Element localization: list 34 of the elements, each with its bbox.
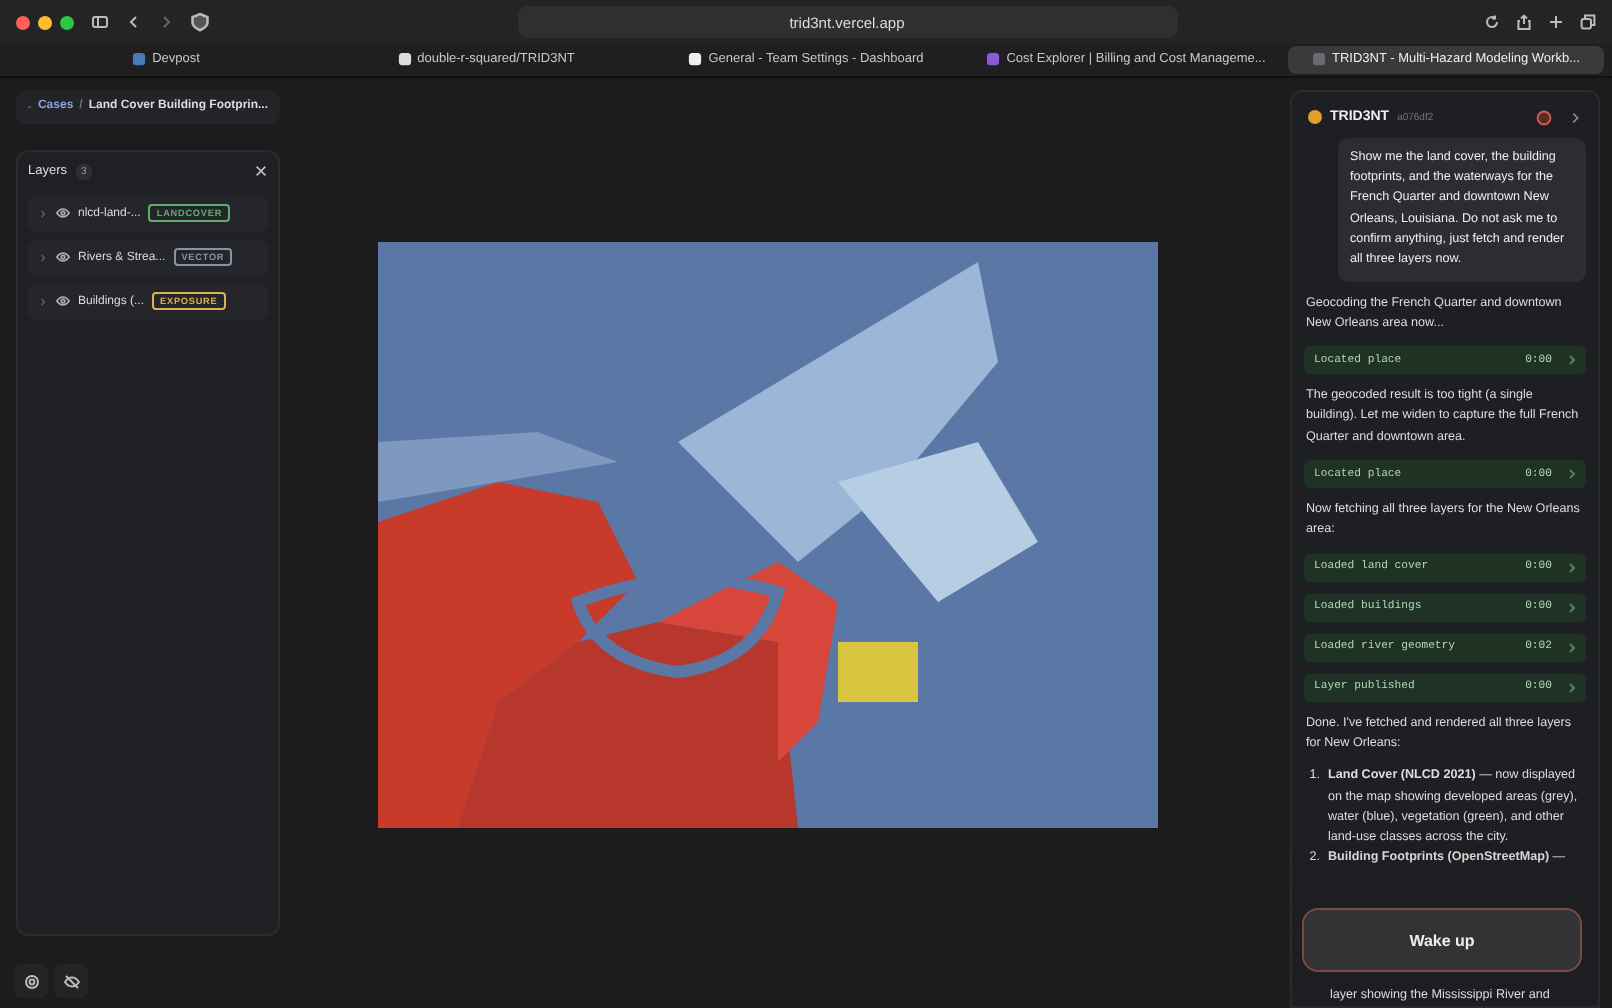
eye-icon[interactable] [56,206,70,221]
chevron-icon [1568,468,1576,481]
wake-up-button[interactable]: Wake up [1302,908,1582,972]
site-icon [132,52,147,67]
chevron-icon [1568,641,1576,654]
settings-icon [23,973,39,989]
chevron-icon [1568,561,1576,574]
chevron-icon [1568,354,1576,367]
minimize-window-button[interactable] [38,15,52,30]
eye-icon[interactable] [56,250,70,265]
hide-button[interactable] [54,964,88,998]
settings-button[interactable] [14,964,48,998]
eye-icon[interactable] [56,294,70,309]
close-window-button[interactable] [16,15,30,30]
chevron-right-icon[interactable] [1568,109,1582,126]
sidebar-icon[interactable] [90,14,110,31]
zoom-window-button[interactable] [60,15,74,30]
back-icon[interactable] [126,14,142,31]
chevron-icon [1568,601,1576,614]
share-icon[interactable] [1516,14,1532,31]
new-tab-icon[interactable] [1548,14,1564,31]
stop-icon[interactable] [1536,109,1552,126]
tabs-overview-icon[interactable] [1580,14,1596,31]
chevron-icon [1568,681,1576,694]
site-icon [397,52,412,67]
forward-icon[interactable] [158,14,174,31]
status-dot [1308,110,1322,125]
site-icon [1311,52,1326,67]
eye-off-icon [63,973,79,989]
reload-icon[interactable] [1484,14,1500,31]
site-icon [688,52,703,67]
close-icon[interactable] [254,164,268,179]
site-icon [986,52,1001,67]
shield-icon[interactable] [190,12,210,33]
